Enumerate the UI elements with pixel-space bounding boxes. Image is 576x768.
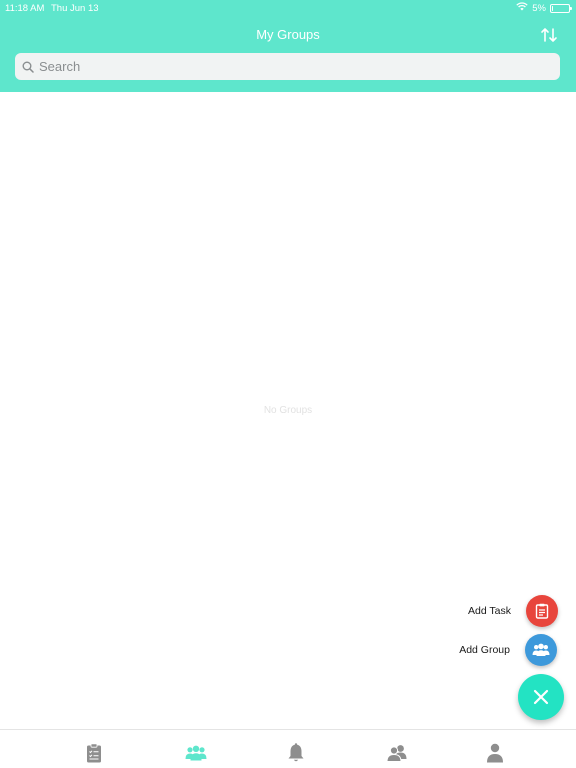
tab-groups[interactable] [185,742,207,764]
group-icon [185,745,207,761]
status-date: Thu Jun 13 [51,3,99,14]
clipboard-icon [87,743,101,763]
battery-percent: 5% [532,2,546,14]
search-icon [21,60,35,74]
empty-state-text: No Groups [263,405,313,416]
status-right: 5% [516,2,572,14]
contacts-icon [386,745,407,762]
battery-fill [552,5,553,11]
tab-profile[interactable] [484,742,506,764]
add-group-label[interactable]: Add Group [459,644,510,656]
search-bar[interactable] [15,53,560,80]
tab-notifications[interactable] [285,742,307,764]
screen: 11:18 AM Thu Jun 13 5% My Groups Search … [0,0,576,768]
status-bar: 11:18 AM Thu Jun 13 5% [0,0,576,16]
status-time: 11:18 AM [5,3,45,14]
tab-tasks[interactable] [83,742,105,764]
page-title: My Groups [256,27,320,42]
clipboard-icon [535,603,549,619]
group-icon [532,643,550,656]
close-icon [533,689,549,705]
add-group-button[interactable] [525,634,557,666]
add-task-label[interactable]: Add Task [468,605,511,617]
fab-item-add-task[interactable]: Add Task [468,595,558,627]
battery-icon [550,3,572,13]
tab-contacts[interactable] [386,742,408,764]
wifi-icon [516,2,528,14]
search-input[interactable] [39,59,539,74]
header: 11:18 AM Thu Jun 13 5% My Groups [0,0,576,92]
person-icon [487,743,503,763]
add-task-button[interactable] [526,595,558,627]
bell-icon [288,743,304,762]
sort-arrows-icon [541,28,557,42]
tab-bar [0,729,576,768]
fab-close-button[interactable] [518,674,564,720]
sort-button[interactable] [538,25,560,45]
fab-item-add-group[interactable]: Add Group [459,634,557,666]
